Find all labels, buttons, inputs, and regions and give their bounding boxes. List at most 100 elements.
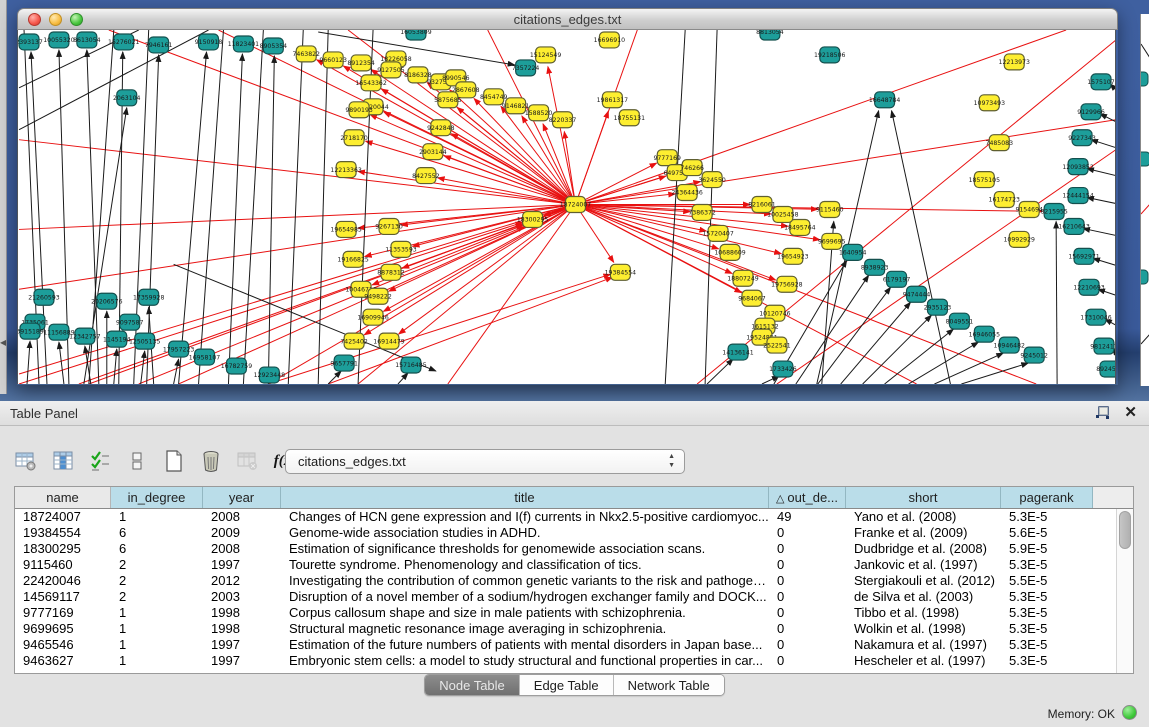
cell-in_degree[interactable]: 1	[111, 637, 203, 653]
network-node-teal[interactable]: 9657791	[330, 355, 358, 371]
network-node-teal[interactable]: 11823401	[228, 36, 259, 52]
network-node-yellow[interactable]: 19861317	[597, 92, 628, 108]
network-node-yellow[interactable]: 9154694	[1015, 202, 1043, 218]
citation-edge-black[interactable]	[707, 359, 733, 384]
table-row[interactable]: 946362711997Embryonic stem cells: a mode…	[15, 653, 1117, 669]
cell-short[interactable]: Yano et al. (2008)	[846, 509, 1001, 525]
cell-pagerank[interactable]: 5.3E-5	[1001, 653, 1093, 669]
network-node-teal[interactable]: 16053809	[400, 30, 431, 40]
citation-edge-red[interactable]	[575, 120, 1115, 205]
citation-edge-red[interactable]	[575, 205, 781, 254]
cell-in_degree[interactable]: 1	[111, 605, 203, 621]
network-node-teal[interactable]: 9227343	[1068, 130, 1096, 146]
cell-short[interactable]: Jankovic et al. (1997)	[846, 557, 1001, 573]
cell-out_degree[interactable]: 0	[769, 541, 846, 557]
cell-in_degree[interactable]: 2	[111, 573, 203, 589]
table-row[interactable]: 946554611997Estimation of the future num…	[15, 637, 1117, 653]
rows-icon[interactable]	[125, 449, 149, 473]
table-row[interactable]: 911546021997Tourette syndrome. Phenomeno…	[15, 557, 1117, 573]
network-node-yellow[interactable]: 12213363	[330, 162, 361, 178]
table-scrollbar[interactable]	[1116, 509, 1133, 673]
minimize-window-button[interactable]	[49, 13, 62, 26]
column-header-out_degree[interactable]: △out_de...	[769, 487, 846, 508]
network-node-teal[interactable]: 12210693	[1073, 279, 1104, 295]
table-row[interactable]: 1456911722003Disruption of a novel membe…	[15, 589, 1117, 605]
network-node-yellow[interactable]: 2718170	[340, 130, 368, 146]
network-node-yellow[interactable]: 9890193	[345, 102, 373, 118]
network-node-teal[interactable]: 8938923	[861, 259, 889, 275]
cell-out_degree[interactable]: 0	[769, 653, 846, 669]
network-node-yellow[interactable]: 8878312	[377, 264, 405, 280]
cell-name[interactable]: 9463627	[15, 653, 111, 669]
cell-pagerank[interactable]: 5.3E-5	[1001, 621, 1093, 637]
network-node-yellow[interactable]: 9684067	[738, 290, 766, 306]
table-scrollbar-thumb[interactable]	[1119, 511, 1131, 549]
network-node-teal[interactable]: 10055320	[43, 32, 74, 48]
table-row[interactable]: 2242004622012Investigating the contribut…	[15, 573, 1117, 589]
cell-title[interactable]: Embryonic stem cells: a model to study s…	[281, 653, 769, 669]
tab-node-table[interactable]: Node Table	[425, 675, 520, 695]
cell-name[interactable]: 9699695	[15, 621, 111, 637]
network-node-teal[interactable]: 8905354	[260, 38, 288, 54]
network-node-yellow[interactable]: 18755131	[614, 110, 645, 126]
network-node-teal[interactable]: 2063104	[113, 90, 141, 106]
close-panel-icon[interactable]: ✕	[1124, 405, 1137, 421]
network-node-teal[interactable]: 9097587	[116, 314, 144, 330]
cell-pagerank[interactable]: 5.9E-5	[1001, 541, 1093, 557]
collapse-arrow-icon[interactable]: ◀	[0, 338, 6, 347]
network-node-yellow[interactable]: 7463822	[292, 46, 320, 62]
new-document-icon[interactable]	[162, 449, 186, 473]
citation-edge-black[interactable]	[141, 351, 145, 384]
citation-edge-black[interactable]	[174, 359, 179, 384]
network-node-yellow[interactable]: 9115460	[816, 202, 844, 218]
network-node-teal[interactable]: 2935123	[924, 299, 952, 315]
cell-out_degree[interactable]: 0	[769, 589, 846, 605]
network-node-yellow[interactable]: 18575105	[969, 172, 1000, 188]
select-all-icon[interactable]	[88, 449, 112, 473]
cell-in_degree[interactable]: 1	[111, 509, 203, 525]
cell-name[interactable]: 9777169	[15, 605, 111, 621]
cell-short[interactable]: Stergiakouli et al. (2012)	[846, 573, 1001, 589]
network-node-yellow[interactable]: 5875685	[434, 92, 462, 108]
cell-title[interactable]: Genome-wide association studies in ADHD.	[281, 525, 769, 541]
network-node-teal[interactable]: 9129966	[1077, 104, 1105, 120]
column-header-name[interactable]: name	[15, 487, 111, 508]
cell-title[interactable]: Changes of HCN gene expression and I(f) …	[281, 509, 769, 525]
cell-year[interactable]: 2008	[203, 509, 281, 525]
network-node-yellow[interactable]: 2522541	[763, 337, 791, 353]
cell-in_degree[interactable]: 6	[111, 541, 203, 557]
zoom-window-button[interactable]	[70, 13, 83, 26]
background-window-sliver[interactable]	[1140, 14, 1149, 386]
network-node-teal[interactable]: 16648784	[869, 92, 900, 108]
cell-short[interactable]: Wolkin et al. (1998)	[846, 621, 1001, 637]
network-window-titlebar[interactable]: citations_edges.txt	[17, 8, 1118, 30]
cell-in_degree[interactable]: 2	[111, 557, 203, 573]
network-node-teal[interactable]: 16782759	[221, 358, 252, 374]
network-node-yellow[interactable]: 9127505	[377, 62, 405, 78]
cell-in_degree[interactable]: 6	[111, 525, 203, 541]
network-node-yellow[interactable]: 3624550	[698, 172, 726, 188]
network-node-yellow[interactable]: 19654985	[330, 221, 361, 237]
cell-pagerank[interactable]: 5.3E-5	[1001, 637, 1093, 653]
table-selector-dropdown[interactable]: citations_edges.txt ▲▼	[285, 449, 685, 474]
network-node-teal[interactable]: 12444154	[1062, 188, 1093, 204]
select-columns-icon[interactable]	[51, 449, 75, 473]
table-row[interactable]: 1938455462009Genome-wide association stu…	[15, 525, 1117, 541]
cell-short[interactable]: Nakamura et al. (1997)	[846, 637, 1001, 653]
cell-name[interactable]: 9465546	[15, 637, 111, 653]
network-node-yellow[interactable]: 15124549	[530, 47, 561, 63]
network-node-teal[interactable]: 2393137	[18, 34, 43, 50]
citation-edge-black[interactable]	[885, 329, 954, 384]
citation-edge-black[interactable]	[796, 275, 869, 384]
network-node-teal[interactable]: 9150918	[195, 34, 223, 50]
citation-edge-black[interactable]	[243, 30, 263, 384]
network-node-teal[interactable]: 1640954	[839, 244, 867, 260]
network-node-yellow[interactable]: 9267130	[375, 218, 403, 234]
network-node-teal[interactable]: 14136141	[722, 344, 753, 360]
network-node-teal[interactable]: 8924502	[1096, 361, 1116, 377]
network-node-yellow[interactable]: 746266	[680, 160, 704, 176]
citation-edge-black[interactable]	[398, 373, 408, 384]
network-node-teal[interactable]: 15716485	[395, 357, 426, 373]
network-node-yellow[interactable]: 15720407	[702, 225, 733, 241]
cell-year[interactable]: 1998	[203, 605, 281, 621]
